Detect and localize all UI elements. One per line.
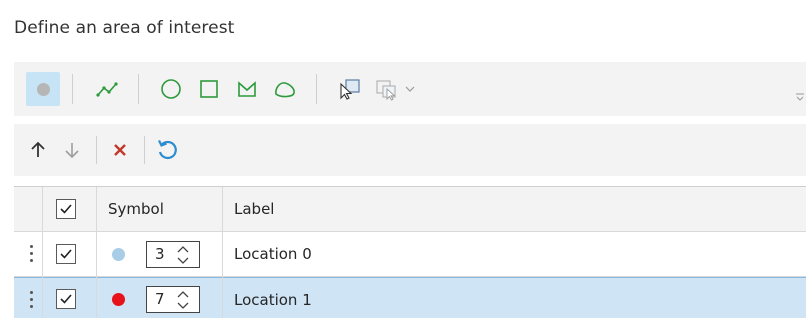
column-header-symbol[interactable]: Symbol: [108, 187, 164, 232]
chevron-down-icon: [405, 86, 415, 92]
size-value: 7: [155, 290, 165, 308]
reset-button[interactable]: [152, 134, 182, 164]
toolbar-separator: [144, 136, 145, 164]
select-tool-button[interactable]: [332, 72, 366, 106]
rectangle-tool-button[interactable]: [192, 72, 226, 106]
arrow-down-icon: [65, 143, 79, 159]
point-tool-button[interactable]: [26, 72, 60, 106]
arrow-up-icon: [31, 141, 45, 157]
freehand-icon: [275, 82, 295, 98]
line-tool-button[interactable]: [90, 72, 124, 106]
select-icon: [340, 79, 360, 100]
locations-table: Symbol Label 3 Location 0 7 Location 1: [14, 186, 806, 318]
move-down-button[interactable]: [58, 136, 86, 164]
table-row[interactable]: 3 Location 0: [14, 232, 806, 277]
move-up-button[interactable]: [24, 136, 52, 164]
table-row-selected[interactable]: 7 Location 1: [14, 277, 806, 318]
stepper-arrows-icon[interactable]: [173, 244, 193, 266]
polygon-icon: [238, 81, 256, 97]
freehand-tool-button[interactable]: [268, 72, 302, 106]
delete-icon: [114, 144, 126, 156]
point-icon: [36, 82, 50, 96]
drag-handle-icon[interactable]: [30, 245, 34, 265]
toolbar-separator: [72, 74, 73, 104]
size-stepper[interactable]: 3: [146, 241, 200, 268]
toolbar-overflow-icon[interactable]: [795, 90, 805, 102]
delete-button[interactable]: [106, 136, 134, 164]
polyline-icon: [96, 82, 118, 97]
row-visible-checkbox[interactable]: [56, 244, 76, 264]
column-divider[interactable]: [222, 187, 223, 318]
drawing-toolbar: [14, 62, 806, 116]
checkmark-icon: [60, 294, 72, 304]
size-stepper[interactable]: 7: [146, 286, 200, 313]
toolbar-separator: [316, 74, 317, 104]
polygon-tool-button[interactable]: [230, 72, 264, 106]
select-by-shape-dropdown[interactable]: [374, 72, 426, 106]
list-actions-toolbar: [14, 124, 806, 176]
table-header: Symbol Label: [14, 187, 806, 232]
drag-handle-icon[interactable]: [30, 291, 34, 311]
rectangle-icon: [200, 80, 218, 98]
row-label: Location 0: [234, 245, 312, 263]
stepper-arrows-icon[interactable]: [173, 289, 193, 311]
toolbar-separator: [138, 74, 139, 104]
column-divider: [42, 187, 43, 318]
top-strip: [0, 0, 806, 6]
row-label: Location 1: [234, 291, 312, 309]
circle-icon: [161, 79, 181, 99]
symbol-swatch[interactable]: [112, 248, 125, 261]
select-all-checkbox[interactable]: [56, 199, 76, 219]
select-by-shape-icon: [376, 80, 396, 101]
circle-tool-button[interactable]: [154, 72, 188, 106]
checkmark-icon: [60, 204, 72, 214]
undo-icon: [158, 140, 177, 160]
column-header-label[interactable]: Label: [234, 187, 274, 232]
checkmark-icon: [60, 249, 72, 259]
column-divider: [96, 187, 97, 318]
size-value: 3: [155, 245, 165, 263]
toolbar-separator: [96, 136, 97, 164]
panel-title: Define an area of interest: [14, 18, 235, 38]
symbol-swatch[interactable]: [112, 293, 125, 306]
row-visible-checkbox[interactable]: [56, 289, 76, 309]
